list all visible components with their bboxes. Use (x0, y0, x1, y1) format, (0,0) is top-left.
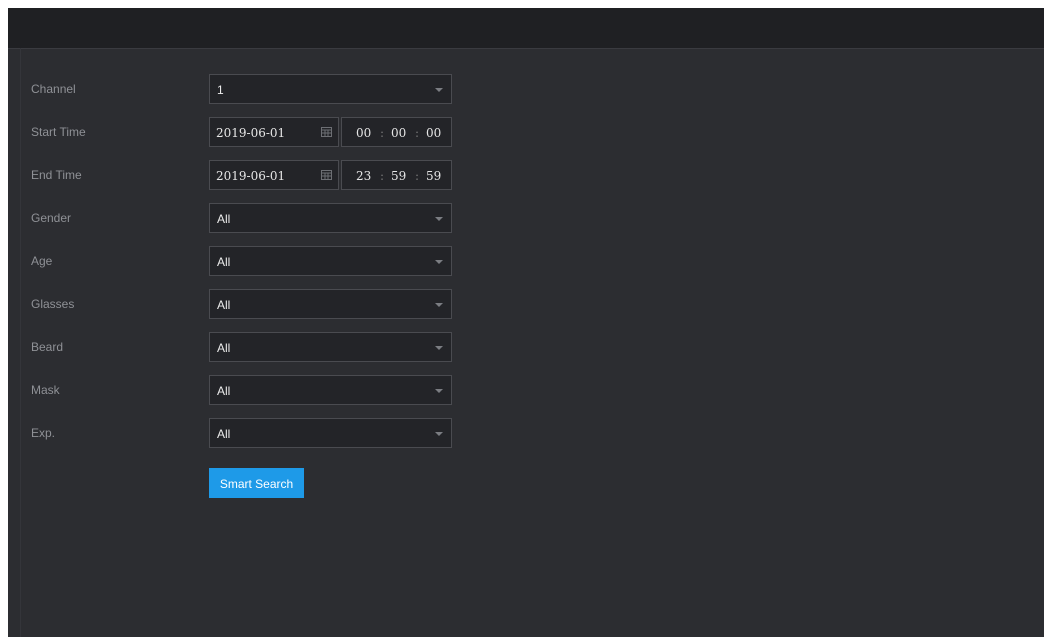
time-separator: : (415, 126, 420, 140)
gender-row: Gender All (21, 203, 481, 235)
start-time-row: Start Time 2019-06-01 00 : 00 : 00 (21, 117, 481, 149)
start-minute[interactable]: 00 (391, 126, 406, 140)
exp-label: Exp. (31, 426, 56, 440)
calendar-icon[interactable] (321, 169, 332, 180)
time-separator: : (415, 169, 420, 183)
end-date-field[interactable]: 2019-06-01 (209, 160, 339, 190)
calendar-icon[interactable] (321, 126, 332, 137)
age-select[interactable]: All (209, 246, 452, 276)
channel-value: 1 (217, 83, 224, 97)
end-hour[interactable]: 23 (356, 169, 371, 183)
chevron-down-icon (435, 88, 443, 92)
chevron-down-icon (435, 389, 443, 393)
chevron-down-icon (435, 260, 443, 264)
start-time-label: Start Time (31, 125, 86, 139)
glasses-label: Glasses (31, 297, 75, 311)
smart-search-window: Channel 1 Start Time 2019-06-01 00: 00 … (8, 8, 1044, 637)
title-bar (8, 8, 1044, 49)
gender-select[interactable]: All (209, 203, 452, 233)
exp-select[interactable]: All (209, 418, 452, 448)
channel-select[interactable]: 1 (209, 74, 452, 104)
exp-value: All (217, 427, 231, 441)
beard-label: Beard (31, 340, 64, 354)
age-label: Age (31, 254, 53, 268)
mask-select[interactable]: All (209, 375, 452, 405)
age-row: Age All (21, 246, 481, 278)
end-minute[interactable]: 59 (391, 169, 406, 183)
gender-label: Gender (31, 211, 72, 225)
start-date-field[interactable]: 2019-06-01 (209, 117, 339, 147)
chevron-down-icon (435, 432, 443, 436)
gender-value: All (217, 212, 231, 226)
search-form: Channel 1 Start Time 2019-06-01 00: 00 … (20, 48, 1044, 637)
channel-row: Channel 1 (21, 74, 481, 106)
exp-row: Exp. All (21, 418, 481, 450)
time-separator: : (380, 169, 385, 183)
start-date-value: 2019-06-01 (216, 126, 286, 140)
glasses-value: All (217, 298, 231, 312)
glasses-row: Glasses All (21, 289, 481, 321)
end-time-row: End Time 2019-06-01 23 : 59 : 59 (21, 160, 481, 192)
mask-label: Mask (31, 383, 60, 397)
end-time-field[interactable]: 23 : 59 : 59 (341, 160, 452, 190)
beard-select[interactable]: All (209, 332, 452, 362)
chevron-down-icon (435, 346, 443, 350)
mask-value: All (217, 384, 231, 398)
glasses-select[interactable]: All (209, 289, 452, 319)
time-separator: : (380, 126, 385, 140)
start-time-field[interactable]: 00 : 00 : 00 (341, 117, 452, 147)
start-hour[interactable]: 00 (356, 126, 371, 140)
chevron-down-icon (435, 217, 443, 221)
mask-row: Mask All (21, 375, 481, 407)
age-value: All (217, 255, 231, 269)
chevron-down-icon (435, 303, 443, 307)
smart-search-button[interactable]: Smart Search (209, 468, 304, 498)
end-date-value: 2019-06-01 (216, 169, 286, 183)
end-second[interactable]: 59 (426, 169, 441, 183)
beard-row: Beard All (21, 332, 481, 364)
end-time-label: End Time (31, 168, 82, 182)
channel-label: Channel (31, 82, 76, 96)
start-second[interactable]: 00 (426, 126, 441, 140)
beard-value: All (217, 341, 231, 355)
